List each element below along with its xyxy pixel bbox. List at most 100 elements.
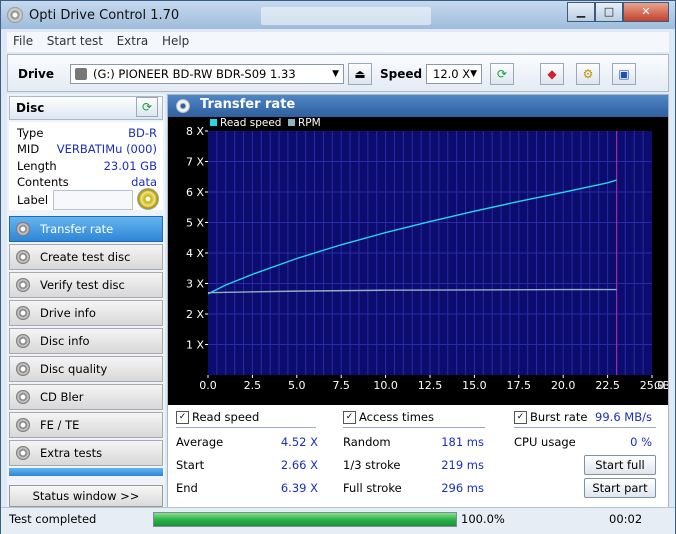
close-button[interactable]: ✕ [623, 2, 669, 22]
disc-length-label: Length [17, 159, 57, 173]
settings-button[interactable]: ⚙ [576, 63, 600, 85]
speed-select[interactable]: 12.0 X ▼ [426, 64, 482, 84]
x-tick-label: 0.0 [199, 379, 217, 392]
read-speed-checkbox-label: Read speed [192, 410, 260, 424]
eject-icon: ⏏ [354, 67, 366, 81]
panel-title: Transfer rate [200, 97, 296, 112]
gears-icon: ⚙ [582, 67, 594, 81]
background-window-ghost [261, 7, 431, 25]
nav-label: FE / TE [40, 418, 80, 432]
legend-swatch [210, 119, 217, 126]
legend-swatch [288, 119, 295, 126]
menu-file[interactable]: File [13, 34, 33, 48]
progress-bar [153, 512, 457, 527]
erase-button[interactable]: ◆ [540, 63, 564, 85]
disc-mid-value: VERBATIMu (000) [56, 142, 157, 156]
nav-label: Verify test disc [40, 278, 125, 292]
disc-icon [16, 306, 30, 320]
burst-rate-value: 99.6 MB/s [595, 410, 652, 424]
y-tick-label: 6 X [186, 186, 204, 199]
disc-header: Disc ⟳ [9, 96, 163, 120]
refresh-icon: ⟳ [496, 67, 508, 81]
maximize-button[interactable]: □ [595, 2, 623, 22]
end-value: 6.39 X [280, 481, 318, 495]
drive-select[interactable]: (G:) PIONEER BD-RW BDR-S09 1.33 ▼ [70, 64, 344, 84]
toolbar: Drive (G:) PIONEER BD-RW BDR-S09 1.33 ▼ … [7, 54, 669, 92]
status-window-button[interactable]: Status window >> [9, 485, 163, 507]
separator [343, 427, 485, 428]
full-stroke-label: Full stroke [343, 481, 402, 495]
disc-contents-value: data [131, 175, 157, 189]
burst-rate-checkbox[interactable]: ✓ [514, 411, 527, 424]
x-tick-label: 7.5 [332, 379, 350, 392]
status-text: Test completed [9, 512, 97, 526]
nav-create-test-disc[interactable]: Create test disc [9, 244, 163, 270]
progress-fill [154, 513, 456, 526]
y-tick-label: 1 X [186, 339, 204, 352]
average-value: 4.52 X [280, 435, 318, 449]
progress-text: 100.0% [461, 512, 505, 526]
random-label: Random [343, 435, 391, 449]
sidebar: Disc ⟳ Type BD-R MID VERBATIMu (000) Len… [7, 94, 165, 511]
x-tick-label: 20.0 [551, 379, 576, 392]
x-tick-label: 2.5 [244, 379, 262, 392]
save-button[interactable]: ▣ [612, 63, 636, 85]
nav-verify-test-disc[interactable]: Verify test disc [9, 272, 163, 298]
nav-drive-info[interactable]: Drive info [9, 300, 163, 326]
disc-icon [16, 446, 30, 460]
menu-bar: File Start test Extra Help [7, 32, 669, 52]
x-unit-label: GB [654, 379, 668, 392]
refresh-speed-button[interactable]: ⟳ [490, 63, 514, 85]
disc-icon [16, 222, 30, 236]
random-value: 181 ms [441, 435, 484, 449]
disc-label-label: Label [17, 193, 49, 207]
transfer-rate-chart: 1 X 2 X 3 X 4 X 5 X 6 X 7 X 8 X 0.0 2.5 5.0 7.5 10.0… [186, 117, 670, 392]
speed-label: Speed [380, 67, 423, 81]
access-times-checkbox[interactable]: ✓ [343, 411, 356, 424]
nav-label: Create test disc [40, 250, 131, 264]
speed-select-value: 12.0 X [433, 67, 471, 81]
menu-start-test[interactable]: Start test [47, 34, 103, 48]
chart-area: 1 X 2 X 3 X 4 X 5 X 6 X 7 X 8 X 0.0 2.5 5.0 7.5 10.0… [168, 117, 670, 405]
cd-label-icon[interactable] [137, 188, 159, 210]
start-label: Start [176, 458, 205, 472]
app-window: Opti Drive Control 1.70 ▁ □ ✕ File Start… [0, 0, 676, 534]
x-tick-label: 22.5 [595, 379, 620, 392]
menu-extra[interactable]: Extra [117, 34, 149, 48]
nav-disc-quality[interactable]: Disc quality [9, 356, 163, 382]
start-part-button[interactable]: Start part [584, 478, 656, 498]
start-full-button[interactable]: Start full [584, 455, 656, 475]
menu-help[interactable]: Help [162, 34, 189, 48]
disc-label-input[interactable] [53, 190, 133, 210]
eraser-icon: ◆ [547, 67, 557, 81]
y-tick-label: 2 X [186, 308, 204, 321]
access-times-checkbox-label: Access times [359, 410, 434, 424]
y-tick-label: 3 X [186, 278, 204, 291]
disc-mid-label: MID [17, 142, 40, 156]
disc-icon [16, 250, 30, 264]
drive-label: Drive [18, 67, 54, 81]
nav-label: Disc quality [40, 362, 108, 376]
transfer-rate-panel: Transfer rate 1 X 2 X 3 X 4 X 5 X 6 X 7 X 8 X 0.… [167, 94, 670, 511]
nav-disc-info[interactable]: Disc info [9, 328, 163, 354]
disc-icon [176, 99, 190, 113]
nav-fe-te[interactable]: FE / TE [9, 412, 163, 438]
eject-button[interactable]: ⏏ [348, 63, 372, 85]
minimize-button[interactable]: ▁ [567, 2, 595, 22]
nav-cd-bler[interactable]: CD Bler [9, 384, 163, 410]
read-speed-checkbox[interactable]: ✓ [176, 411, 189, 424]
chevron-down-icon: ▼ [470, 69, 477, 79]
nav-transfer-rate[interactable]: Transfer rate [9, 216, 163, 242]
x-tick-label: 10.0 [373, 379, 398, 392]
disc-type-label: Type [17, 126, 44, 140]
disc-refresh-button[interactable]: ⟳ [136, 97, 158, 117]
separator [176, 427, 316, 428]
disc-icon [16, 362, 30, 376]
elapsed-time: 00:02 [609, 512, 643, 526]
y-tick-label: 5 X [186, 217, 204, 230]
full-stroke-value: 296 ms [441, 481, 484, 495]
nav-extra-tests[interactable]: Extra tests [9, 440, 163, 466]
end-label: End [176, 481, 198, 495]
average-label: Average [176, 435, 224, 449]
x-tick-label: 17.5 [507, 379, 532, 392]
